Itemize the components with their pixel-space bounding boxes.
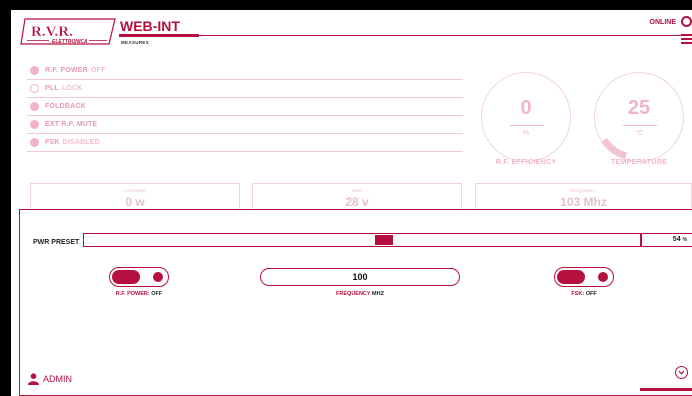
status-row-fsk: FSK DISABLED bbox=[27, 134, 463, 152]
indicator-icon bbox=[30, 120, 39, 129]
indicator-icon bbox=[30, 84, 39, 93]
preset-value: 54 bbox=[672, 236, 681, 243]
status-value: DISABLED bbox=[62, 139, 100, 146]
current-user[interactable]: ADMIN bbox=[28, 373, 72, 385]
svg-text:R.V.R.: R.V.R. bbox=[31, 24, 73, 40]
frequency-measure: FREQUENCY 103 Mhz bbox=[475, 183, 692, 211]
connection-status: ONLINE bbox=[649, 19, 676, 26]
rf-power-label: R.F. POWER: bbox=[115, 291, 150, 297]
indicator-icon bbox=[30, 102, 39, 111]
hamburger-menu-icon[interactable] bbox=[681, 34, 692, 44]
status-label: PLL bbox=[45, 85, 59, 92]
fsk-state: OFF bbox=[585, 291, 597, 297]
status-row-pll: PLL LOCK bbox=[27, 80, 463, 98]
frequency-caption: FREQUENCY MHZ bbox=[310, 291, 410, 297]
measure-label: FREQUENCY bbox=[569, 188, 598, 193]
measure-label: FORWARD bbox=[123, 188, 147, 193]
pwr-preset-slider[interactable] bbox=[83, 233, 641, 247]
control-panel: PWR PRESET 54 % R.F. POWER: OFF 100 FREQ… bbox=[19, 209, 692, 396]
measure-value: 0 w bbox=[125, 195, 145, 209]
measure-value: 28 v bbox=[345, 195, 369, 209]
status-label: FSK bbox=[45, 139, 60, 146]
status-value: LOCK bbox=[61, 85, 83, 92]
gauge-divider bbox=[510, 125, 544, 126]
app-title: WEB-INT bbox=[120, 18, 180, 34]
pwr-preset-readout: 54 % bbox=[641, 233, 692, 247]
rvr-logo: R.V.R. ELETTRONICA bbox=[20, 18, 116, 45]
status-label: R.F. POWER bbox=[45, 67, 88, 74]
header-divider bbox=[199, 35, 692, 36]
gauge-divider bbox=[623, 125, 657, 126]
efficiency-label: R.F. EFFICIENCY bbox=[495, 159, 557, 166]
efficiency-value: 0 bbox=[520, 97, 532, 119]
fsk-caption: FSK: OFF bbox=[554, 291, 614, 297]
status-circle-icon bbox=[681, 16, 692, 27]
user-icon bbox=[28, 373, 39, 385]
toggle-knob bbox=[153, 272, 163, 282]
measure-label: SWR bbox=[351, 188, 363, 193]
swr-measure: SWR 28 v bbox=[252, 183, 462, 211]
chevron-down-icon[interactable] bbox=[675, 366, 688, 379]
status-row-rf-power: R.F. POWER OFF bbox=[27, 62, 463, 80]
status-row-foldback: FOLDBACK bbox=[27, 98, 463, 116]
rf-power-state: OFF bbox=[151, 291, 163, 297]
toggle-fill bbox=[112, 270, 140, 284]
efficiency-unit: % bbox=[522, 130, 530, 137]
efficiency-gauge: 0 % bbox=[481, 72, 571, 162]
toggle-fill bbox=[557, 270, 585, 284]
preset-unit: % bbox=[682, 237, 687, 243]
svg-text:ELETTRONICA: ELETTRONICA bbox=[52, 39, 88, 45]
status-list: R.F. POWER OFF PLL LOCK FOLDBACK EXT R.F… bbox=[27, 62, 463, 152]
temperature-value: 25 bbox=[627, 97, 651, 119]
page-subtitle: MEASURES bbox=[121, 40, 149, 45]
status-label: FOLDBACK bbox=[45, 103, 86, 110]
slider-thumb[interactable] bbox=[375, 235, 393, 245]
status-row-ext-rf-mute: EXT R.F. MUTE bbox=[27, 116, 463, 134]
indicator-icon bbox=[30, 138, 39, 147]
fsk-toggle[interactable] bbox=[554, 267, 614, 287]
rf-power-toggle[interactable] bbox=[109, 267, 169, 287]
status-label: EXT R.F. MUTE bbox=[45, 121, 98, 128]
temperature-gauge: 25 °C bbox=[594, 72, 684, 162]
temperature-unit: °C bbox=[635, 130, 643, 137]
frequency-unit: MHZ bbox=[372, 291, 384, 297]
status-value: OFF bbox=[90, 67, 106, 74]
indicator-icon bbox=[30, 66, 39, 75]
temperature-label: TEMPERATURE bbox=[610, 159, 668, 166]
pwr-preset-label: PWR PRESET bbox=[33, 239, 80, 246]
measure-value: 103 Mhz bbox=[560, 195, 607, 209]
header-accent-bar bbox=[119, 34, 199, 37]
user-name: ADMIN bbox=[43, 374, 72, 384]
rf-power-caption: R.F. POWER: OFF bbox=[96, 291, 182, 297]
forward-measure: FORWARD 0 w bbox=[30, 183, 240, 211]
fsk-label: FSK: bbox=[571, 291, 585, 297]
footer-accent-bar bbox=[640, 388, 692, 391]
toggle-knob bbox=[598, 272, 608, 282]
frequency-label: FREQUENCY bbox=[336, 291, 371, 297]
frequency-input[interactable]: 100 bbox=[260, 268, 460, 286]
app-screen: R.V.R. ELETTRONICA WEB-INT MEASURES ONLI… bbox=[11, 10, 692, 396]
